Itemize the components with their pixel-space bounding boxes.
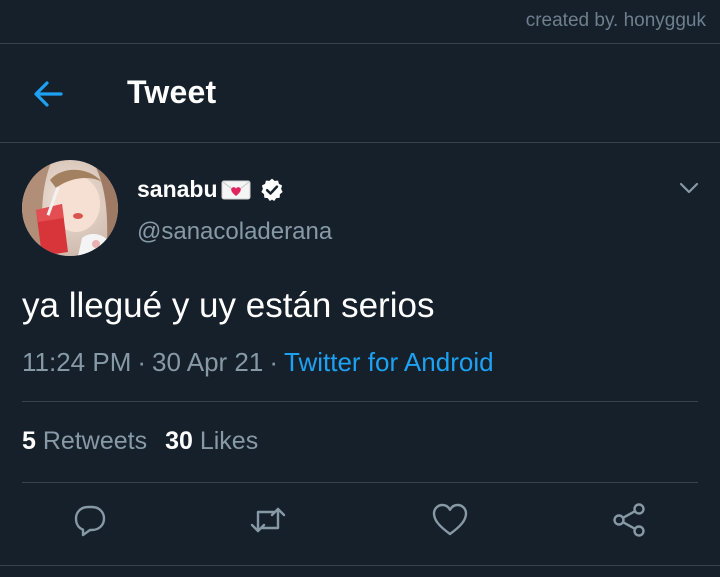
tweet-text: ya llegué y uy están serios: [22, 286, 435, 325]
tweet-stats: 5 Retweets 30 Likes: [22, 427, 258, 456]
avatar[interactable]: [22, 160, 118, 256]
retweets-count: 5: [22, 427, 36, 455]
tweet-actions: [0, 500, 720, 546]
retweet-icon: [250, 507, 286, 533]
share-button[interactable]: [610, 500, 650, 540]
share-icon: [613, 503, 645, 537]
stats-divider: [22, 482, 698, 483]
likes-stat[interactable]: 30 Likes: [165, 427, 258, 455]
meta-separator: ·: [269, 347, 279, 377]
page-title: Tweet: [127, 74, 217, 110]
meta-separator: ·: [137, 347, 147, 377]
header-divider: [0, 142, 720, 143]
retweets-stat[interactable]: 5 Retweets: [22, 427, 147, 455]
display-name[interactable]: sanabu: [137, 176, 285, 203]
watermark-credit: created by. honygguk: [525, 10, 706, 31]
likes-label: Likes: [199, 427, 259, 455]
likes-count: 30: [165, 427, 193, 455]
display-name-text: sanabu: [137, 176, 218, 202]
chevron-down-icon: [679, 182, 699, 194]
header: Tweet: [0, 44, 720, 142]
tweet-time[interactable]: 11:24 PM: [22, 347, 131, 377]
retweets-label: Retweets: [42, 427, 148, 455]
tweet-meta: 11:24 PM · 30 Apr 21 · Twitter for Android: [22, 347, 494, 378]
heart-icon: [432, 503, 468, 536]
verified-badge-icon: [259, 177, 285, 203]
reply-icon: [74, 505, 106, 537]
arrow-left-icon: [34, 81, 63, 107]
tweet-date[interactable]: 30 Apr 21: [152, 347, 263, 377]
bottom-divider: [0, 565, 720, 566]
like-button[interactable]: [430, 500, 470, 540]
envelope-with-heart-icon: [221, 179, 251, 201]
retweet-button[interactable]: [248, 500, 288, 540]
meta-divider: [22, 401, 698, 402]
reply-button[interactable]: [70, 500, 110, 540]
tweet-options-button[interactable]: [678, 178, 700, 198]
user-handle[interactable]: @sanacoladerana: [137, 218, 332, 246]
back-button[interactable]: [30, 76, 66, 112]
tweet-source-link[interactable]: Twitter for Android: [284, 347, 494, 377]
